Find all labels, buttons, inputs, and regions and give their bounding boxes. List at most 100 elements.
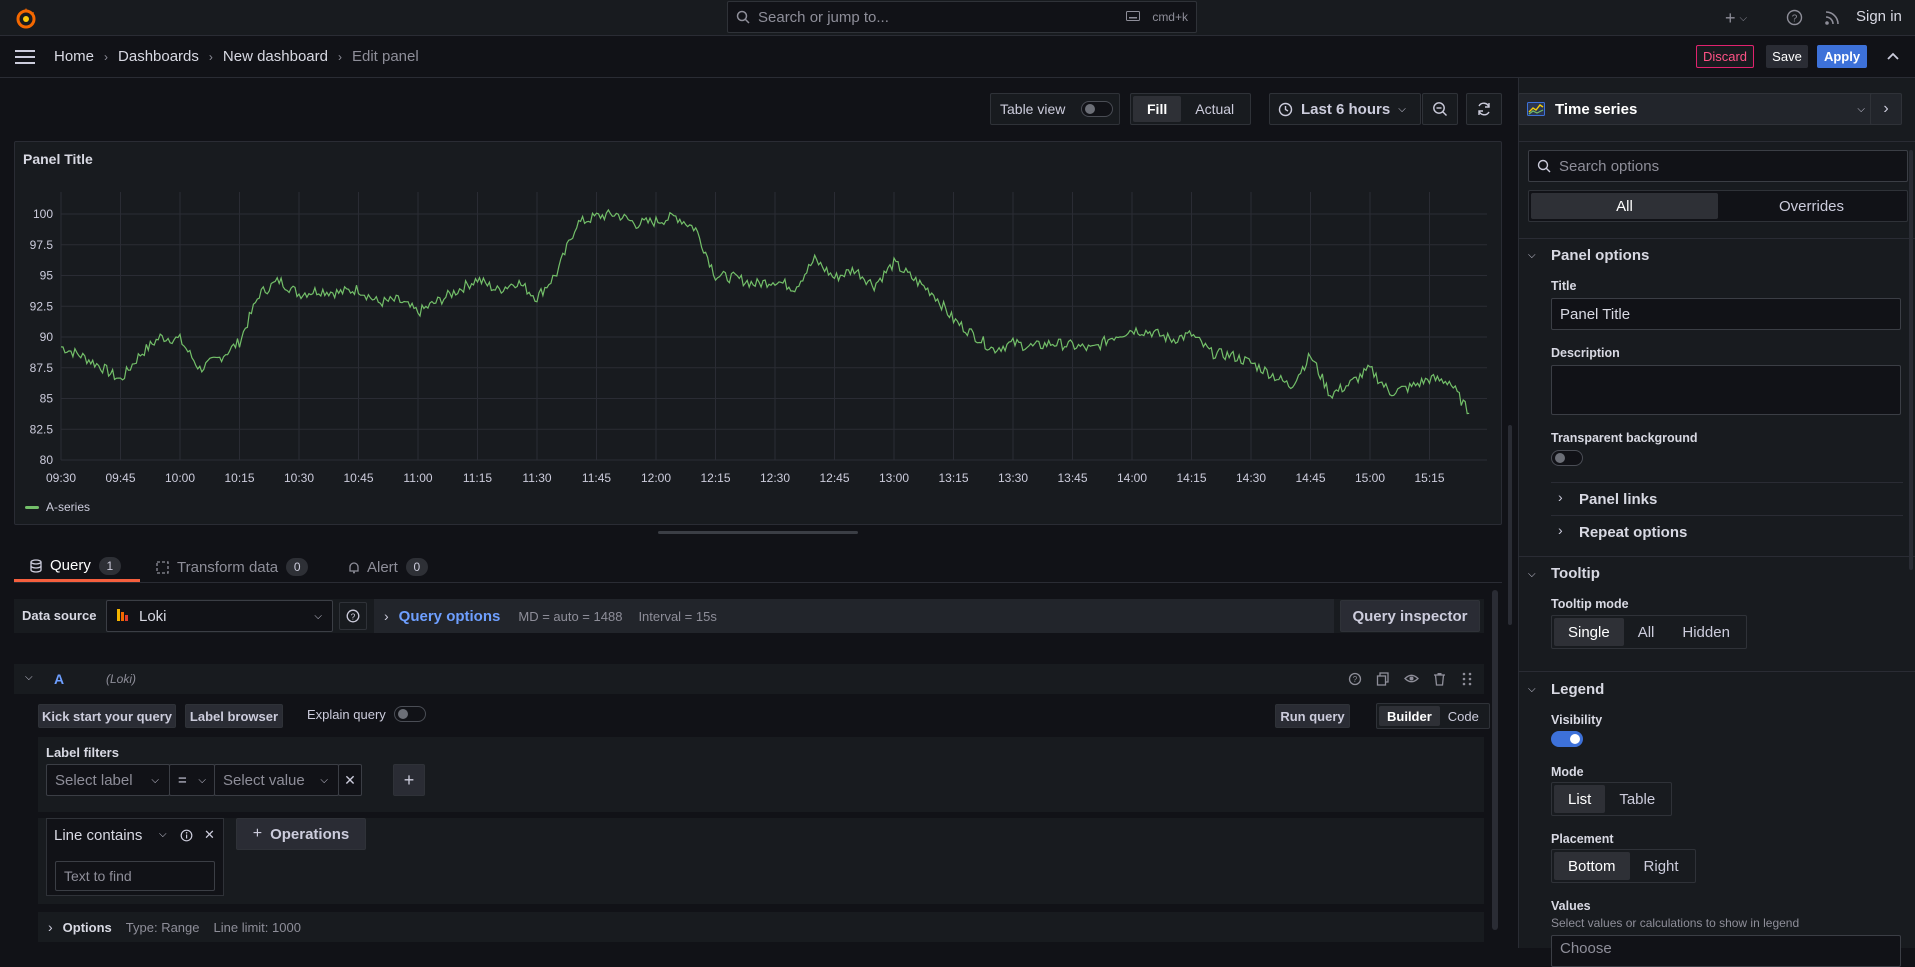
datasource-picker[interactable]: Loki ⌵ (106, 600, 333, 632)
panel-splitter-handle[interactable] (658, 531, 858, 534)
tab-transform[interactable]: Transform data 0 (156, 552, 309, 582)
visualization-picker[interactable]: Time series ⌵ (1518, 93, 1880, 125)
x-tick-label: 15:00 (1355, 471, 1385, 485)
legend-visibility-switch[interactable] (1551, 731, 1583, 747)
close-options-button[interactable]: › (1870, 93, 1902, 125)
x-tick-label: 11:45 (582, 471, 611, 485)
search-options-placeholder: Search options (1559, 157, 1660, 175)
close-icon[interactable]: ✕ (204, 827, 215, 843)
legend-title[interactable]: Legend (1551, 681, 1604, 698)
builder-option[interactable]: Builder (1379, 706, 1440, 726)
y-tick-label: 95 (40, 269, 54, 283)
main-scrollbar[interactable] (1508, 425, 1512, 625)
line-contains-card: Line contains ⌵ ✕ Text to find (46, 818, 224, 896)
x-tick-label: 10:00 (165, 471, 195, 485)
panel-links-section[interactable]: Panel links (1579, 491, 1657, 508)
breadcrumb-new-dashboard[interactable]: New dashboard (223, 48, 328, 65)
chevron-down-icon: ⌵ (320, 774, 328, 786)
title-input[interactable]: Panel Title (1551, 298, 1901, 330)
help-icon[interactable]: ? (1348, 672, 1362, 686)
add-filter-button[interactable]: + (393, 764, 425, 796)
tab-all[interactable]: All (1531, 193, 1718, 219)
text-to-find-input[interactable]: Text to find (55, 861, 215, 891)
drag-handle-icon[interactable] (1462, 672, 1472, 686)
chevron-down-icon[interactable]: ⌵ (1528, 569, 1536, 580)
chevron-right-icon[interactable]: › (1558, 489, 1563, 505)
code-option[interactable]: Code (1440, 706, 1487, 726)
collapse-icon[interactable] (1886, 50, 1900, 62)
tooltip-title[interactable]: Tooltip (1551, 565, 1600, 582)
tooltip-all-option[interactable]: All (1624, 618, 1669, 646)
actual-option[interactable]: Actual (1181, 96, 1248, 122)
chevron-down-icon[interactable]: ⌵ (1528, 250, 1536, 261)
chevron-right-icon[interactable]: › (1558, 522, 1563, 538)
apply-button[interactable]: Apply (1817, 45, 1867, 68)
search-input[interactable]: Search or jump to... cmd+k (727, 1, 1197, 33)
placement-label: Placement (1551, 832, 1614, 846)
repeat-options-section[interactable]: Repeat options (1579, 524, 1687, 541)
options-scrollbar[interactable] (1909, 150, 1913, 570)
panel-options-title[interactable]: Panel options (1551, 247, 1649, 264)
options-divider (1551, 515, 1903, 516)
select-value-dropdown[interactable]: Select value ⌵ (214, 764, 339, 796)
kick-start-button[interactable]: Kick start your query (38, 704, 176, 728)
label-browser-button[interactable]: Label browser (185, 704, 283, 728)
operator-dropdown[interactable]: = ⌵ (169, 764, 215, 796)
info-icon[interactable] (180, 829, 193, 842)
legend-list-option[interactable]: List (1554, 785, 1606, 813)
description-input[interactable] (1551, 365, 1901, 415)
search-options-input[interactable]: Search options (1528, 150, 1908, 182)
breadcrumb-bar: Home › Dashboards › New dashboard › Edit… (0, 36, 1915, 78)
values-picker[interactable]: Choose (1551, 935, 1901, 967)
grafana-logo-icon[interactable] (14, 6, 38, 30)
news-rss-icon[interactable] (1824, 10, 1840, 26)
remove-filter-button[interactable]: ✕ (338, 764, 362, 796)
refresh-icon (1476, 101, 1492, 117)
operations-button[interactable]: + Operations (236, 818, 366, 850)
legend-right-option[interactable]: Right (1630, 852, 1693, 880)
editor-scrollbar[interactable] (1492, 590, 1498, 930)
tab-alert[interactable]: Alert 0 (348, 552, 428, 582)
query-inspector-button[interactable]: Query inspector (1340, 600, 1480, 632)
chevron-right-icon: › (48, 919, 53, 935)
transparent-switch[interactable] (1551, 450, 1583, 466)
duplicate-icon[interactable] (1376, 672, 1390, 686)
fill-option[interactable]: Fill (1133, 96, 1182, 122)
breadcrumb: Home › Dashboards › New dashboard › Edit… (54, 48, 419, 65)
explain-query-switch[interactable] (394, 706, 426, 722)
chevron-down-icon[interactable]: ⌵ (1528, 684, 1536, 695)
table-view-switch[interactable] (1081, 101, 1113, 117)
query-options-toggle[interactable]: › Query options MD = auto = 1488 Interva… (374, 599, 1334, 633)
tooltip-hidden-option[interactable]: Hidden (1668, 618, 1744, 646)
discard-button[interactable]: Discard (1696, 45, 1754, 68)
table-view-toggle[interactable]: Table view (990, 93, 1120, 125)
help-icon[interactable]: ? (1786, 9, 1803, 26)
tab-query[interactable]: Query 1 (14, 552, 140, 582)
label-filters-title: Label filters (46, 745, 119, 760)
datasource-help-button[interactable]: ? (339, 602, 367, 630)
query-ref-id[interactable]: A (54, 671, 64, 687)
menu-icon[interactable] (15, 49, 35, 65)
run-query-button[interactable]: Run query (1275, 704, 1350, 728)
chevron-down-icon[interactable]: ⌵ (25, 672, 33, 683)
legend-table-option[interactable]: Table (1605, 785, 1669, 813)
save-button[interactable]: Save (1766, 45, 1808, 68)
legend-bottom-option[interactable]: Bottom (1554, 852, 1630, 880)
query-options-footer[interactable]: › Options Type: Range Line limit: 1000 (38, 912, 1484, 942)
breadcrumb-home[interactable]: Home (54, 48, 94, 65)
select-label-dropdown[interactable]: Select label ⌵ (46, 764, 170, 796)
time-range-picker[interactable]: Last 6 hours ⌵ (1269, 93, 1421, 125)
chevron-down-icon[interactable]: ⌵ (159, 829, 167, 840)
add-new-button[interactable]: + ⌵ (1725, 8, 1757, 28)
trash-icon[interactable] (1433, 672, 1446, 686)
fill-actual-switch: Fill Actual (1130, 93, 1252, 125)
tooltip-single-option[interactable]: Single (1554, 618, 1624, 646)
zoom-out-button[interactable] (1422, 93, 1458, 125)
options-type: Type: Range (125, 919, 200, 935)
sign-in-link[interactable]: Sign in (1856, 8, 1902, 25)
tab-overrides[interactable]: Overrides (1718, 193, 1905, 219)
eye-icon[interactable] (1404, 673, 1419, 684)
breadcrumb-dashboards[interactable]: Dashboards (118, 48, 199, 65)
refresh-button[interactable] (1466, 93, 1502, 125)
time-series-chart[interactable]: 100 97.5 95 92.5 90 87.5 85 82.5 80 09:30 09:45 10:… (15, 142, 1501, 524)
